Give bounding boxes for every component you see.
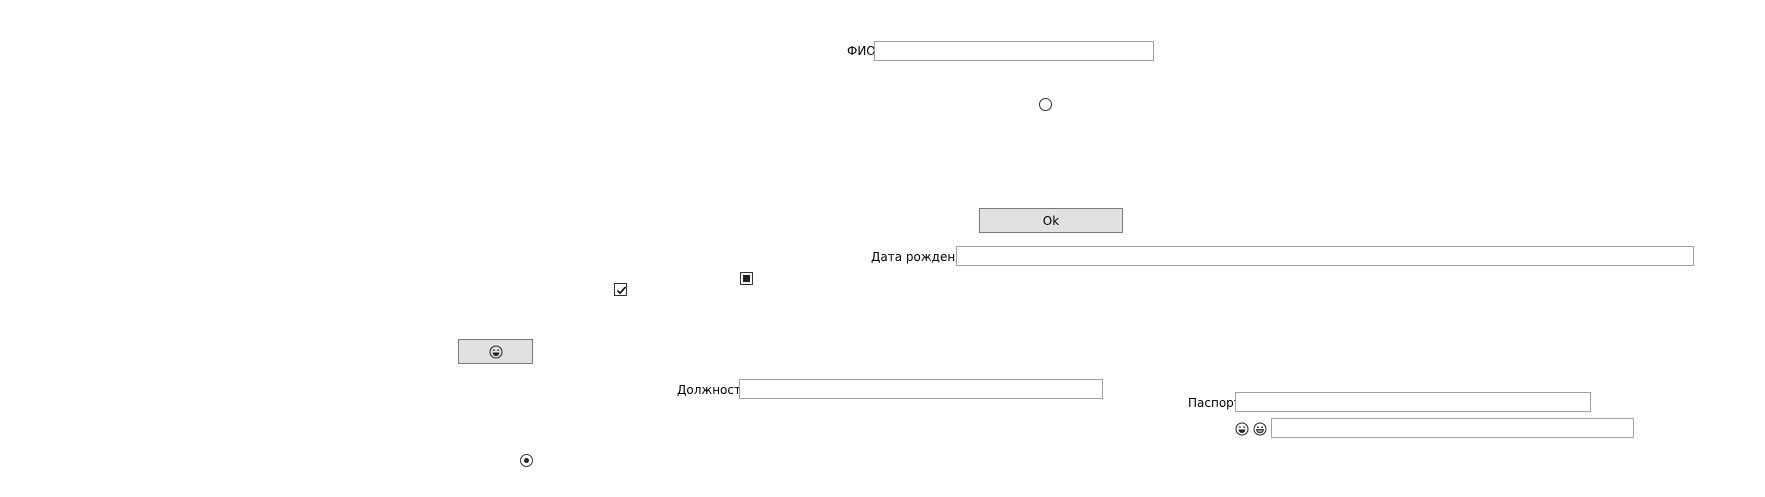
emoji-label bbox=[1235, 421, 1273, 437]
radio-selected-dot bbox=[524, 458, 529, 463]
indeterminate-mark-icon bbox=[743, 275, 750, 282]
checkmark-icon bbox=[616, 286, 627, 295]
laughing-face-icon bbox=[489, 345, 502, 358]
fio-label: ФИО bbox=[847, 44, 876, 58]
form-window: ФИО Ok Дата рождения Должность Паспорт bbox=[0, 0, 1765, 497]
position-input[interactable] bbox=[739, 379, 1103, 399]
emoji-text-input[interactable] bbox=[1271, 418, 1634, 438]
laughing-face-icon bbox=[1235, 422, 1249, 436]
radio-button-bottom[interactable] bbox=[520, 454, 533, 467]
birthdate-input[interactable] bbox=[956, 246, 1694, 266]
checkbox-checked[interactable] bbox=[614, 283, 627, 296]
position-label: Должность bbox=[677, 383, 749, 397]
ok-button[interactable]: Ok bbox=[979, 208, 1123, 233]
passport-label: Паспорт bbox=[1188, 396, 1241, 410]
passport-input[interactable] bbox=[1235, 392, 1591, 412]
emoji-button[interactable] bbox=[458, 339, 533, 364]
grinning-face-icon bbox=[1253, 422, 1267, 436]
ok-button-label: Ok bbox=[1042, 213, 1060, 228]
checkbox-indeterminate[interactable] bbox=[740, 272, 753, 285]
radio-button-top[interactable] bbox=[1039, 98, 1052, 111]
fio-input[interactable] bbox=[874, 41, 1154, 61]
